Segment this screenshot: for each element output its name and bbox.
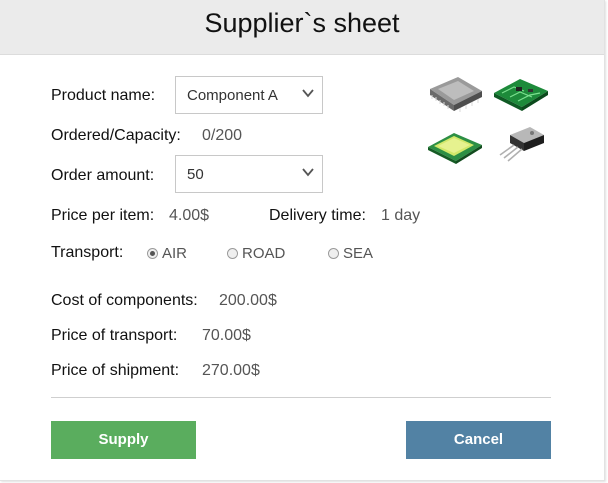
delivery-time-value: 1 day xyxy=(381,207,421,224)
order-amount-select[interactable]: 50 xyxy=(175,155,323,193)
dialog-title: Supplier`s sheet xyxy=(204,8,400,38)
divider xyxy=(51,397,551,398)
dialog-header: Supplier`s sheet xyxy=(0,0,604,55)
cost-of-components-value: 200.00$ xyxy=(219,292,277,309)
price-of-transport-label: Price of transport: xyxy=(51,327,178,344)
transport-label: Transport: xyxy=(51,244,124,261)
ordered-capacity-value: 0/200 xyxy=(202,127,243,144)
cpu-chip-icon xyxy=(430,77,482,112)
price-per-item-value: 4.00$ xyxy=(169,207,210,224)
transport-air-radio[interactable] xyxy=(147,248,158,259)
price-of-shipment-value: 270.00$ xyxy=(202,362,260,379)
transport-sea-radio[interactable] xyxy=(328,248,339,259)
product-name-value: Component A xyxy=(187,87,278,104)
transistor-icon xyxy=(499,127,544,162)
order-amount-value: 50 xyxy=(187,166,204,183)
cancel-button[interactable]: Cancel xyxy=(406,421,551,459)
transport-air-label[interactable]: AIR xyxy=(162,245,187,262)
transport-road-radio[interactable] xyxy=(227,248,238,259)
price-per-item-label: Price per item: xyxy=(51,207,155,224)
transport-sea-label[interactable]: SEA xyxy=(343,245,373,262)
supply-button[interactable]: Supply xyxy=(51,421,196,459)
ordered-capacity-label: Ordered/Capacity: xyxy=(51,127,181,144)
product-name-label: Product name: xyxy=(51,87,156,104)
order-amount-label: Order amount: xyxy=(51,167,155,184)
chevron-down-icon xyxy=(302,168,314,177)
chevron-down-icon xyxy=(302,89,314,98)
cost-of-components-label: Cost of components: xyxy=(51,292,198,309)
transport-road-label[interactable]: ROAD xyxy=(242,245,285,262)
price-of-shipment-label: Price of shipment: xyxy=(51,362,180,379)
price-of-transport-value: 70.00$ xyxy=(202,327,251,344)
supplier-sheet-dialog: Supplier`s sheet Product name: Component… xyxy=(0,0,605,481)
circuit-board-icon xyxy=(494,79,548,111)
delivery-time-label: Delivery time: xyxy=(269,207,366,224)
lcd-module-icon xyxy=(428,133,482,164)
product-name-select[interactable]: Component A xyxy=(175,76,323,114)
